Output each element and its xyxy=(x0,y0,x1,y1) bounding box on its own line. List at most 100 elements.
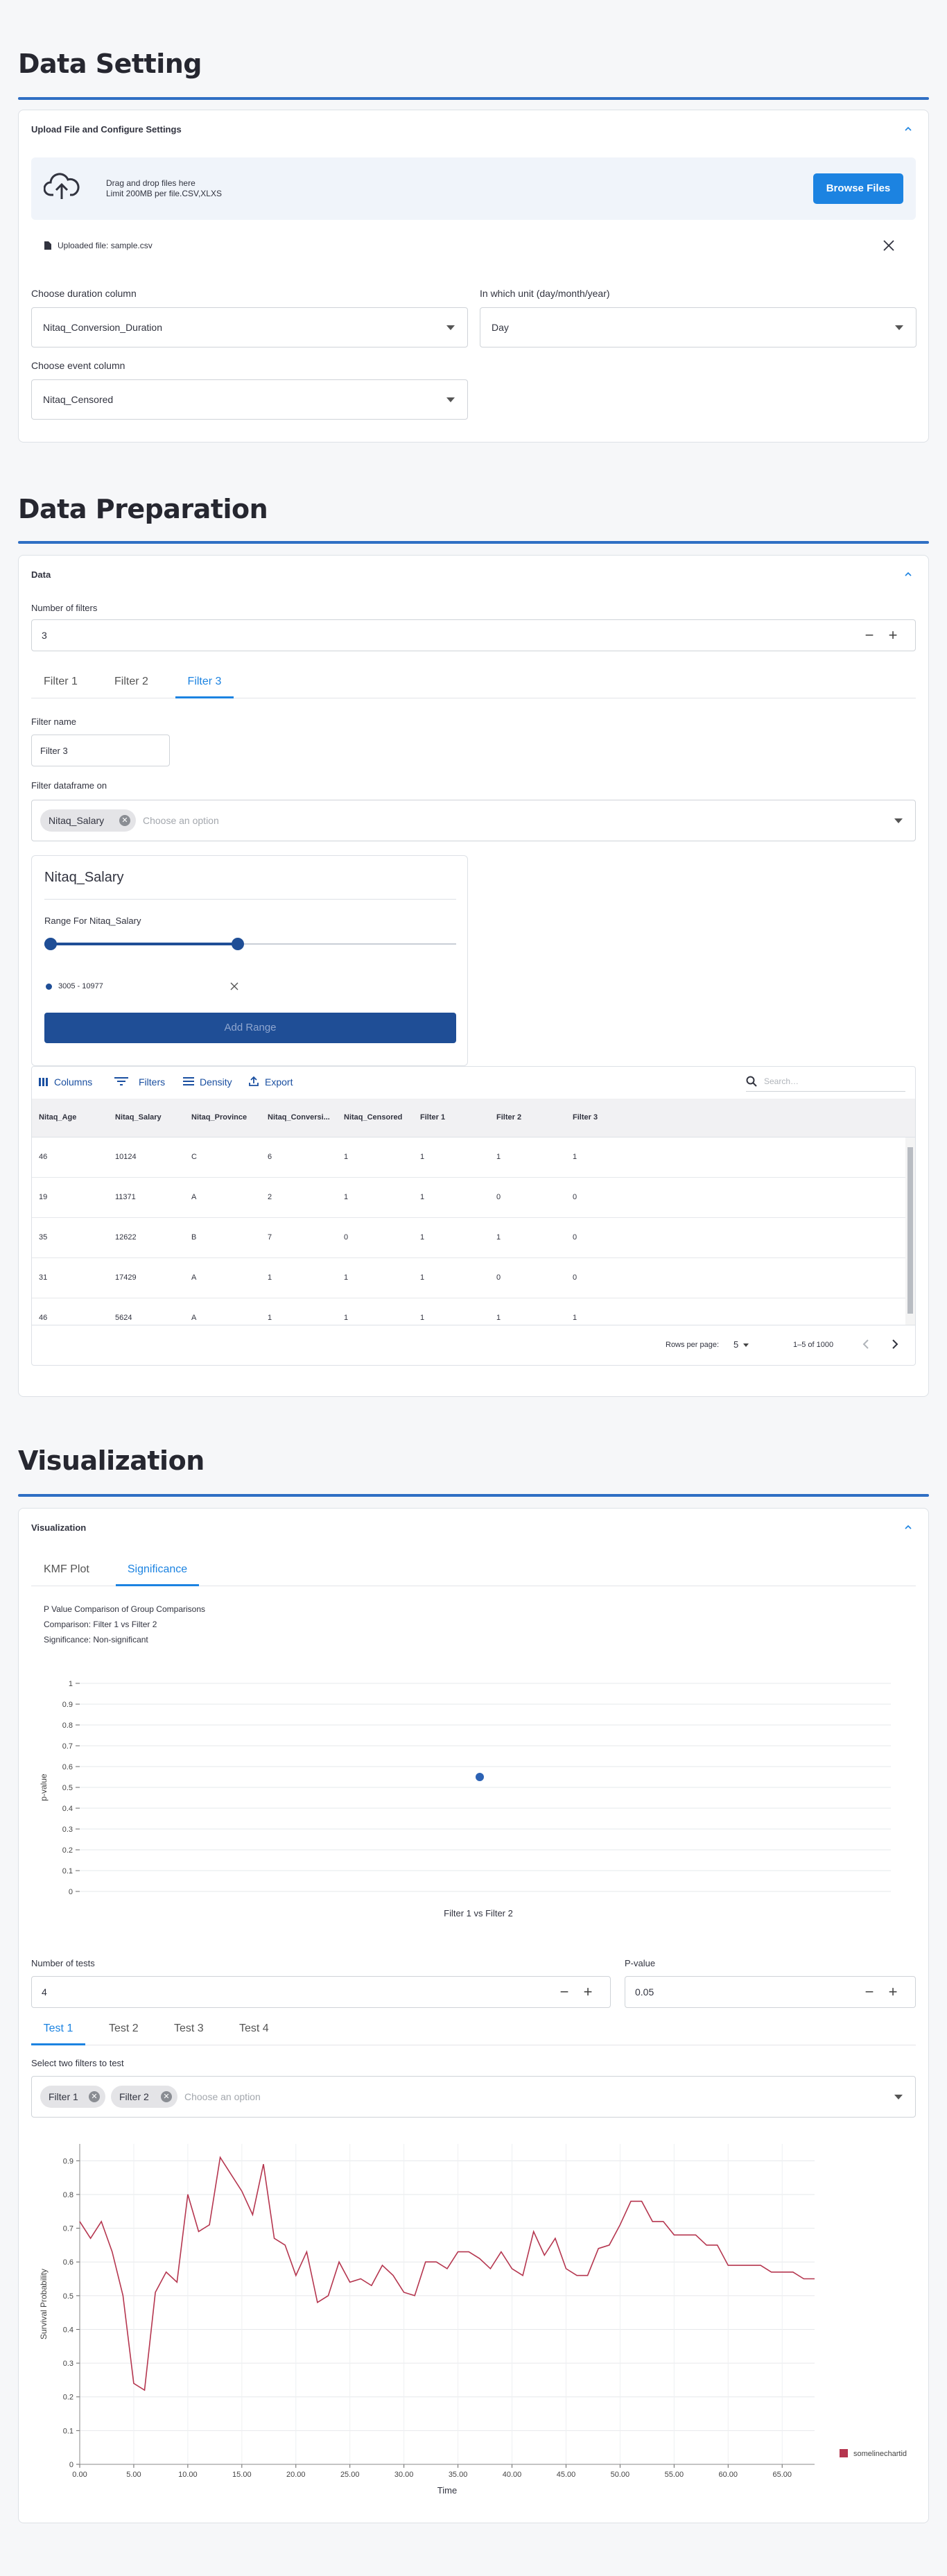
tab-test-4[interactable]: Test 4 xyxy=(239,2018,269,2045)
pvalue-value[interactable]: 0.05 xyxy=(635,1986,654,1998)
selected-chip[interactable]: Filter 1 ✕ xyxy=(40,2086,105,2108)
x-tick-label: 35.00 xyxy=(449,2471,468,2479)
filters-button[interactable]: Filters xyxy=(139,1076,165,1088)
table-cell: 0 xyxy=(573,1233,577,1242)
density-icon xyxy=(183,1077,194,1085)
y-tick-label: 0.4 xyxy=(63,2326,73,2334)
increment-button[interactable]: + xyxy=(580,1984,596,2000)
column-header[interactable]: Filter 1 xyxy=(420,1113,445,1122)
columns-button[interactable]: Columns xyxy=(54,1076,92,1088)
table-row[interactable]: 19 11371 A 2 1 1 0 0 xyxy=(32,1178,907,1218)
grid-footer: Rows per page: 5 1–5 of 1000 xyxy=(32,1325,915,1365)
card-header[interactable]: Upload File and Configure Settings xyxy=(31,124,182,135)
tab-filter-2[interactable]: Filter 2 xyxy=(114,671,148,698)
scrollbar[interactable] xyxy=(905,1137,915,1325)
browse-files-button[interactable]: Browse Files xyxy=(813,173,903,204)
duration-select[interactable]: Nitaq_Conversion_Duration xyxy=(31,307,468,347)
pvalue-stepper[interactable]: 0.05 − + xyxy=(625,1976,916,2008)
slider-handle-high[interactable] xyxy=(232,938,245,950)
upload-settings-card: Upload File and Configure Settings Drag … xyxy=(18,110,929,443)
add-range-button[interactable]: Add Range xyxy=(44,1013,456,1043)
rows-per-page-select[interactable]: 5 xyxy=(733,1339,738,1350)
table-cell: 1 xyxy=(344,1273,349,1282)
page-info: 1–5 of 1000 xyxy=(793,1341,834,1349)
tab-significance[interactable]: Significance xyxy=(116,1559,199,1586)
select-filters-multiselect[interactable]: Filter 1 ✕ Filter 2 ✕ Choose an option xyxy=(31,2076,916,2118)
data-preparation-title: Data Preparation xyxy=(18,494,268,524)
unit-select[interactable]: Day xyxy=(480,307,916,347)
tab-test-2[interactable]: Test 2 xyxy=(109,2018,139,2045)
grid-search[interactable]: Search… xyxy=(746,1071,905,1092)
x-tick-label: 20.00 xyxy=(286,2471,306,2479)
grid-body: 46 10124 C 6 1 1 1 1 19 11371 A 2 1 1 0 0 35 12622 B 7 0 1 1 0 3… xyxy=(32,1137,915,1325)
next-page-icon[interactable] xyxy=(890,1339,900,1350)
filter-name-value: Filter 3 xyxy=(40,746,68,756)
table-cell: A xyxy=(191,1193,197,1201)
chevron-up-icon[interactable] xyxy=(903,124,913,134)
range-card: Nitaq_Salary Range For Nitaq_Salary 3005… xyxy=(31,855,468,1066)
chevron-up-icon[interactable] xyxy=(903,569,913,579)
column-header[interactable]: Nitaq_Conversi... xyxy=(268,1113,330,1122)
num-filters-label: Number of filters xyxy=(31,603,98,613)
column-header[interactable]: Nitaq_Censored xyxy=(344,1113,402,1122)
y-tick-label: 0.1 xyxy=(63,2427,73,2435)
tab-filter-3[interactable]: Filter 3 xyxy=(175,671,234,698)
sig-title: P Value Comparison of Group Comparisons xyxy=(44,1604,206,1614)
table-row[interactable]: 46 5624 A 1 1 1 1 1 xyxy=(32,1298,907,1325)
event-select[interactable]: Nitaq_Censored xyxy=(31,379,468,420)
export-button[interactable]: Export xyxy=(265,1076,293,1088)
sig-significance: Significance: Non-significant xyxy=(44,1635,148,1645)
y-tick-label: 0.5 xyxy=(62,1784,73,1792)
chevron-down-icon xyxy=(894,818,903,823)
chip-remove-icon[interactable]: ✕ xyxy=(89,2091,100,2102)
slider-handle-low[interactable] xyxy=(44,938,57,950)
num-tests-value[interactable]: 4 xyxy=(42,1986,47,1998)
column-header[interactable]: Nitaq_Age xyxy=(39,1113,76,1122)
tab-test-3[interactable]: Test 3 xyxy=(174,2018,204,2045)
column-header[interactable]: Filter 3 xyxy=(573,1113,598,1122)
chip-remove-icon[interactable]: ✕ xyxy=(119,815,130,826)
card-header[interactable]: Visualization xyxy=(31,1522,86,1533)
increment-button[interactable]: + xyxy=(885,1984,901,2000)
filter-on-multiselect[interactable]: Nitaq_Salary ✕ Choose an option xyxy=(31,800,916,841)
decrement-button[interactable]: − xyxy=(861,1984,878,2000)
column-header[interactable]: Nitaq_Salary xyxy=(115,1113,162,1122)
chip-remove-icon[interactable]: ✕ xyxy=(161,2091,172,2102)
divider xyxy=(44,899,456,900)
close-icon[interactable] xyxy=(230,982,238,990)
chevron-down-icon xyxy=(895,325,903,330)
num-tests-stepper[interactable]: 4 − + xyxy=(31,1976,611,2008)
y-tick-label: 0.3 xyxy=(63,2360,73,2368)
tab-filter-1[interactable]: Filter 1 xyxy=(44,671,78,698)
decrement-button[interactable]: − xyxy=(861,627,878,644)
table-cell: 46 xyxy=(39,1153,48,1161)
grid-header: Nitaq_Age Nitaq_Salary Nitaq_Province Nitaq… xyxy=(32,1099,915,1137)
prev-page-icon[interactable] xyxy=(861,1339,871,1350)
selected-chip[interactable]: Filter 2 ✕ xyxy=(111,2086,177,2108)
filter-tabs: Filter 1 Filter 2 Filter 3 xyxy=(31,671,916,698)
file-dropzone[interactable]: Drag and drop files here Limit 200MB per… xyxy=(31,157,916,220)
search-icon xyxy=(746,1076,757,1087)
selected-chip[interactable]: Nitaq_Salary ✕ xyxy=(40,809,136,832)
tab-kmf-plot[interactable]: KMF Plot xyxy=(44,1559,89,1586)
table-row[interactable]: 46 10124 C 6 1 1 1 1 xyxy=(32,1137,907,1178)
chevron-down-icon[interactable] xyxy=(743,1343,749,1347)
card-header[interactable]: Data xyxy=(31,569,51,580)
tab-test-1[interactable]: Test 1 xyxy=(31,2018,85,2045)
num-filters-value[interactable]: 3 xyxy=(42,630,47,641)
table-row[interactable]: 35 12622 B 7 0 1 1 0 xyxy=(32,1218,907,1258)
scrollbar-thumb[interactable] xyxy=(907,1147,913,1314)
filter-name-input[interactable]: Filter 3 xyxy=(31,735,170,766)
y-tick-label: 0.2 xyxy=(62,1846,73,1855)
decrement-button[interactable]: − xyxy=(556,1984,573,2000)
close-icon[interactable] xyxy=(883,239,895,252)
increment-button[interactable]: + xyxy=(885,627,901,644)
table-row[interactable]: 31 17429 A 1 1 1 0 0 xyxy=(32,1258,907,1298)
column-header[interactable]: Filter 2 xyxy=(496,1113,521,1122)
num-filters-stepper[interactable]: 3 − + xyxy=(31,619,916,651)
column-header[interactable]: Nitaq_Province xyxy=(191,1113,247,1122)
table-cell: 1 xyxy=(420,1233,425,1242)
chevron-up-icon[interactable] xyxy=(903,1522,913,1532)
density-button[interactable]: Density xyxy=(200,1076,232,1088)
select-placeholder: Choose an option xyxy=(184,2091,261,2102)
